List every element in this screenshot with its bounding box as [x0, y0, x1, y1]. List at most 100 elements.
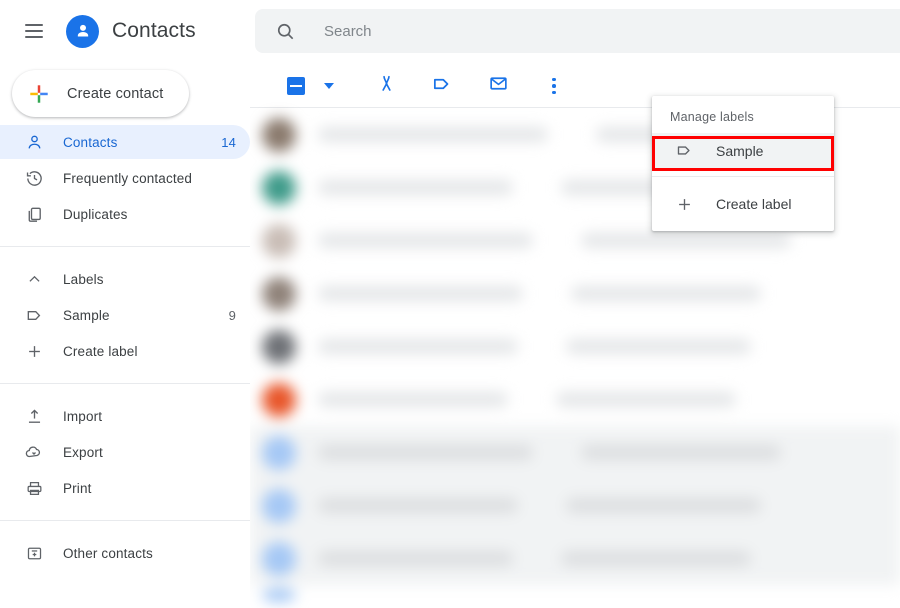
chevron-up-icon	[24, 269, 44, 289]
search-icon	[275, 21, 296, 42]
google-plus-icon	[28, 83, 50, 105]
merge-contacts-button[interactable]	[366, 66, 406, 106]
menu-divider	[652, 176, 834, 177]
manage-labels-menu: Manage labels Sample Create label	[652, 96, 834, 231]
more-vertical-icon	[552, 78, 556, 95]
avatar	[262, 489, 296, 523]
contact-name-placeholder	[318, 498, 518, 513]
person-outline-icon	[24, 132, 44, 152]
checkbox-indeterminate-icon	[287, 77, 305, 95]
main-content: Manage labels Sample Create label	[250, 0, 900, 608]
contact-name-placeholder	[318, 392, 508, 407]
contact-name-placeholder	[318, 180, 513, 195]
plus-icon	[674, 194, 694, 214]
table-row[interactable]	[250, 426, 900, 479]
nav-other: Other contacts	[0, 528, 250, 578]
avatar	[262, 171, 296, 205]
sidebar-item-create-label[interactable]: Create label	[0, 334, 250, 368]
label-tag-icon	[24, 305, 44, 325]
search-bar[interactable]	[255, 9, 900, 53]
nav-primary: Contacts 14 Frequently contacted	[0, 117, 250, 239]
contact-email-placeholder	[556, 392, 736, 407]
sidebar-item-label: Import	[63, 409, 102, 424]
avatar	[262, 542, 296, 576]
select-all-checkbox[interactable]	[276, 66, 316, 106]
merge-icon	[376, 73, 397, 99]
sidebar-item-duplicates[interactable]: Duplicates	[0, 197, 250, 231]
brand-row: Contacts	[0, 0, 250, 62]
select-dropdown-button[interactable]	[316, 66, 342, 106]
avatar	[262, 436, 296, 470]
table-row[interactable]	[250, 479, 900, 532]
contacts-app: Contacts Create contact	[0, 0, 900, 608]
contact-name-placeholder	[318, 127, 548, 142]
sidebar-item-contacts[interactable]: Contacts 14	[0, 125, 250, 159]
selection-toolbar	[250, 66, 574, 106]
sidebar-divider-2	[0, 383, 250, 384]
contact-name-placeholder	[318, 339, 518, 354]
envelope-icon	[488, 73, 509, 99]
contact-email-placeholder	[571, 286, 761, 301]
label-tag-icon	[431, 73, 453, 100]
table-row[interactable]	[250, 320, 900, 373]
contact-email-placeholder	[561, 551, 751, 566]
send-email-button[interactable]	[478, 66, 518, 106]
sidebar-item-label: Sample	[63, 308, 110, 323]
sidebar-item-export[interactable]: Export	[0, 435, 250, 469]
avatar	[262, 588, 296, 602]
contact-name-placeholder	[318, 286, 523, 301]
create-contact-button[interactable]: Create contact	[12, 70, 189, 117]
sidebar-item-label: Labels	[63, 272, 104, 287]
avatar	[262, 224, 296, 258]
sidebar-divider-3	[0, 520, 250, 521]
sidebar-divider-1	[0, 246, 250, 247]
menu-header: Manage labels	[652, 96, 834, 133]
sidebar-item-other-contacts[interactable]: Other contacts	[0, 536, 250, 570]
contact-email-placeholder	[566, 498, 761, 513]
contacts-person-logo	[66, 15, 99, 48]
nav-tools: Import Export	[0, 391, 250, 513]
cloud-download-icon	[24, 442, 44, 462]
sidebar-item-labels[interactable]: Labels	[0, 262, 250, 296]
label-tag-icon	[674, 141, 694, 161]
table-row[interactable]	[250, 373, 900, 426]
contact-name-placeholder	[318, 551, 513, 566]
more-options-button[interactable]	[534, 66, 574, 106]
menu-item-create-label[interactable]: Create label	[652, 185, 834, 223]
contact-name-placeholder	[318, 233, 533, 248]
sidebar-item-label: Create label	[63, 344, 138, 359]
menu-item-label: Sample	[716, 143, 763, 159]
avatar	[262, 330, 296, 364]
create-contact-wrap: Create contact	[0, 62, 250, 117]
sidebar-item-label: Frequently contacted	[63, 171, 192, 186]
create-contact-label: Create contact	[67, 86, 163, 102]
avatar	[262, 383, 296, 417]
printer-icon	[24, 478, 44, 498]
manage-labels-button[interactable]	[422, 66, 462, 106]
contact-email-placeholder	[581, 233, 791, 248]
table-row[interactable]	[250, 585, 900, 605]
copy-duplicate-icon	[24, 204, 44, 224]
table-row[interactable]	[250, 532, 900, 585]
table-row[interactable]	[250, 267, 900, 320]
sidebar-item-count: 14	[221, 135, 236, 150]
sidebar: Contacts Create contact	[0, 0, 250, 608]
sidebar-item-frequently-contacted[interactable]: Frequently contacted	[0, 161, 250, 195]
sidebar-item-label: Other contacts	[63, 546, 153, 561]
sidebar-item-label: Print	[63, 481, 92, 496]
other-contacts-icon	[24, 543, 44, 563]
sidebar-item-label: Duplicates	[63, 207, 128, 222]
nav-labels: Labels Sample 9 Crea	[0, 254, 250, 376]
upload-icon	[24, 406, 44, 426]
search-input[interactable]	[322, 22, 846, 41]
sidebar-item-import[interactable]: Import	[0, 399, 250, 433]
plus-icon	[24, 341, 44, 361]
contact-email-placeholder	[566, 339, 751, 354]
history-clock-icon	[24, 168, 44, 188]
sidebar-item-sample-label[interactable]: Sample 9	[0, 298, 250, 332]
menu-item-sample[interactable]: Sample	[652, 133, 834, 168]
chevron-down-icon	[324, 83, 334, 89]
sidebar-item-print[interactable]: Print	[0, 471, 250, 505]
page-title: Contacts	[112, 19, 196, 43]
hamburger-icon[interactable]	[16, 13, 52, 49]
